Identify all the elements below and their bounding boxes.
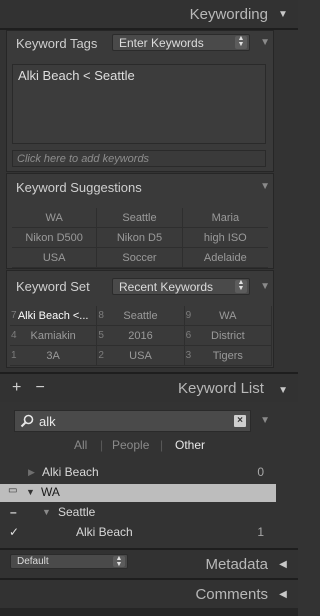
add-remove-group: + − xyxy=(12,379,45,397)
keyword-set-item-label: WA xyxy=(219,310,237,322)
keyword-set-item[interactable]: 5 2016 xyxy=(97,326,185,346)
keyword-set-item[interactable]: 6 District xyxy=(184,326,272,346)
suggestion-item[interactable]: Seattle xyxy=(97,208,183,228)
keyword-row-label: Alki Beach xyxy=(76,525,133,539)
divider xyxy=(0,608,298,616)
remove-keyword-button[interactable]: − xyxy=(36,379,45,396)
collapse-triangle-icon[interactable]: ▼ xyxy=(260,415,270,426)
updown-arrows-icon: ▲ ▼ xyxy=(235,35,247,49)
suggestion-item[interactable]: Nikon D5 xyxy=(97,228,183,248)
collapse-triangle-icon[interactable]: ▼ xyxy=(260,181,270,192)
shortcut-number: 8 xyxy=(98,310,104,321)
keyword-set-item[interactable]: 2 USA xyxy=(97,346,185,366)
keyword-row-label: Seattle xyxy=(58,505,96,519)
keyword-row[interactable]: – ▼ Seattle xyxy=(6,502,276,522)
expand-triangle-icon[interactable]: ◀ xyxy=(278,559,288,570)
keyword-set-item-label: Seattle xyxy=(123,310,158,322)
filter-other-tab[interactable]: Other xyxy=(175,438,205,452)
filter-all-tab[interactable]: All xyxy=(74,438,87,452)
updown-arrows-icon: ▲ ▼ xyxy=(235,279,247,293)
keyword-filter-value: alk xyxy=(39,413,56,429)
collapse-triangle-icon[interactable]: ▼ xyxy=(260,281,270,292)
collapse-triangle-icon[interactable]: ▼ xyxy=(26,487,35,497)
keyword-set-item-label: 2016 xyxy=(128,330,153,342)
comments-title: Comments xyxy=(195,585,268,603)
keyword-row[interactable]: ▭ ▼ WA xyxy=(6,482,276,502)
keyword-row[interactable]: ✓ Alki Beach 1 xyxy=(6,522,276,542)
partial-check-icon[interactable]: ▭ xyxy=(8,485,17,496)
checkmark-icon[interactable]: ✓ xyxy=(9,525,19,539)
shortcut-number: 4 xyxy=(11,330,17,341)
suggestion-item[interactable]: Nikon D500 xyxy=(12,228,98,248)
filter-divider: | xyxy=(160,438,164,452)
keyword-set-item[interactable]: 8 Seattle xyxy=(97,306,185,326)
expand-triangle-icon[interactable]: ▶ xyxy=(28,467,35,478)
keyword-set-item[interactable]: 9 WA xyxy=(184,306,272,326)
keyword-suggestions-label: Keyword Suggestions xyxy=(16,179,142,195)
partial-check-icon[interactable]: – xyxy=(10,505,17,519)
keyword-set-item-label: Alki Beach <... xyxy=(17,310,89,322)
keyword-set-value: Recent Keywords xyxy=(119,279,214,294)
keyword-row[interactable]: ▶ Alki Beach 0 xyxy=(6,462,276,482)
shortcut-number: 7 xyxy=(11,310,17,321)
keyword-set-item-label: Kamiakin xyxy=(30,330,76,342)
suggestion-item[interactable]: high ISO xyxy=(182,228,268,248)
keyword-set-item[interactable]: 4 Kamiakin xyxy=(10,326,98,346)
collapse-triangle-icon[interactable]: ▼ xyxy=(260,37,270,48)
keyword-set-item[interactable]: 1 3A xyxy=(10,346,98,366)
add-keyword-button[interactable]: + xyxy=(12,379,21,396)
keyword-entry-mode-select[interactable]: Enter Keywords ▲ ▼ xyxy=(112,34,250,51)
metadata-title: Metadata xyxy=(205,555,268,573)
keyword-tags-label: Keyword Tags xyxy=(16,35,98,51)
keyword-set-grid: 7 Alki Beach <... 8 Seattle 9 WA 4 Kamiakin … xyxy=(10,306,272,366)
suggestion-item[interactable]: Adelaide xyxy=(182,248,268,268)
search-icon xyxy=(20,414,34,428)
shortcut-number: 1 xyxy=(11,350,17,361)
keywords-textarea[interactable]: Alki Beach < Seattle xyxy=(12,64,266,144)
keywording-title: Keywording xyxy=(189,5,268,23)
keyword-entry-mode-value: Enter Keywords xyxy=(119,35,204,50)
expand-triangle-icon[interactable]: ◀ xyxy=(278,589,288,600)
keyword-suggestions-header: Keyword Suggestions xyxy=(6,174,274,200)
metadata-panel-header[interactable]: Default ▲ ▼ Metadata ◀ xyxy=(0,550,298,578)
keyword-row-label: Alki Beach xyxy=(42,465,99,479)
suggestion-item[interactable]: USA xyxy=(12,248,98,268)
comments-panel-header[interactable]: Comments ◀ xyxy=(0,580,298,608)
shortcut-number: 9 xyxy=(185,310,192,321)
keyword-list-title: Keyword List xyxy=(178,379,264,397)
keyword-set-item[interactable]: 7 Alki Beach <... xyxy=(10,306,98,326)
keyword-row-count: 1 xyxy=(257,525,264,539)
keyword-filter-input[interactable]: alk × xyxy=(14,410,251,432)
collapse-triangle-icon[interactable]: ▼ xyxy=(42,507,51,517)
collapse-triangle-icon[interactable]: ▼ xyxy=(278,385,288,396)
keyword-list-panel-header[interactable]: + − Keyword List ▼ xyxy=(0,374,298,402)
filter-people-tab[interactable]: People xyxy=(112,438,149,452)
keywording-panel-header[interactable]: Keywording ▼ xyxy=(0,0,298,28)
keyword-set-select[interactable]: Recent Keywords ▲ ▼ xyxy=(112,278,250,295)
shortcut-number: 5 xyxy=(98,330,104,341)
filter-divider: | xyxy=(100,438,104,452)
metadata-preset-value: Default xyxy=(17,556,49,567)
collapse-triangle-icon[interactable]: ▼ xyxy=(278,9,288,20)
keyword-set-item-label: Tigers xyxy=(212,350,243,362)
add-keywords-field[interactable]: Click here to add keywords xyxy=(12,150,266,167)
updown-arrows-icon: ▲ ▼ xyxy=(113,555,125,568)
keyword-set-label: Keyword Set xyxy=(16,278,90,294)
shortcut-number: 3 xyxy=(185,350,192,361)
suggestion-item[interactable]: Maria xyxy=(182,208,268,228)
suggestion-item[interactable]: Soccer xyxy=(97,248,183,268)
keyword-set-item-label: USA xyxy=(129,350,152,362)
keyword-row-count: 0 xyxy=(257,465,264,479)
keyword-set-item-label: District xyxy=(211,330,245,342)
keyword-row-label: WA xyxy=(41,485,60,499)
keyword-suggestions-grid: WA Seattle Maria Nikon D500 Nikon D5 hig… xyxy=(12,208,268,268)
suggestion-item[interactable]: WA xyxy=(12,208,98,228)
metadata-preset-select[interactable]: Default ▲ ▼ xyxy=(10,554,128,569)
shortcut-number: 6 xyxy=(185,330,192,341)
shortcut-number: 2 xyxy=(98,350,104,361)
keyword-set-item[interactable]: 3 Tigers xyxy=(184,346,272,366)
keyword-set-item-label: 3A xyxy=(46,350,60,362)
clear-search-icon[interactable]: × xyxy=(234,415,246,427)
keyword-list-title-group: Keyword List ▼ xyxy=(178,380,288,397)
